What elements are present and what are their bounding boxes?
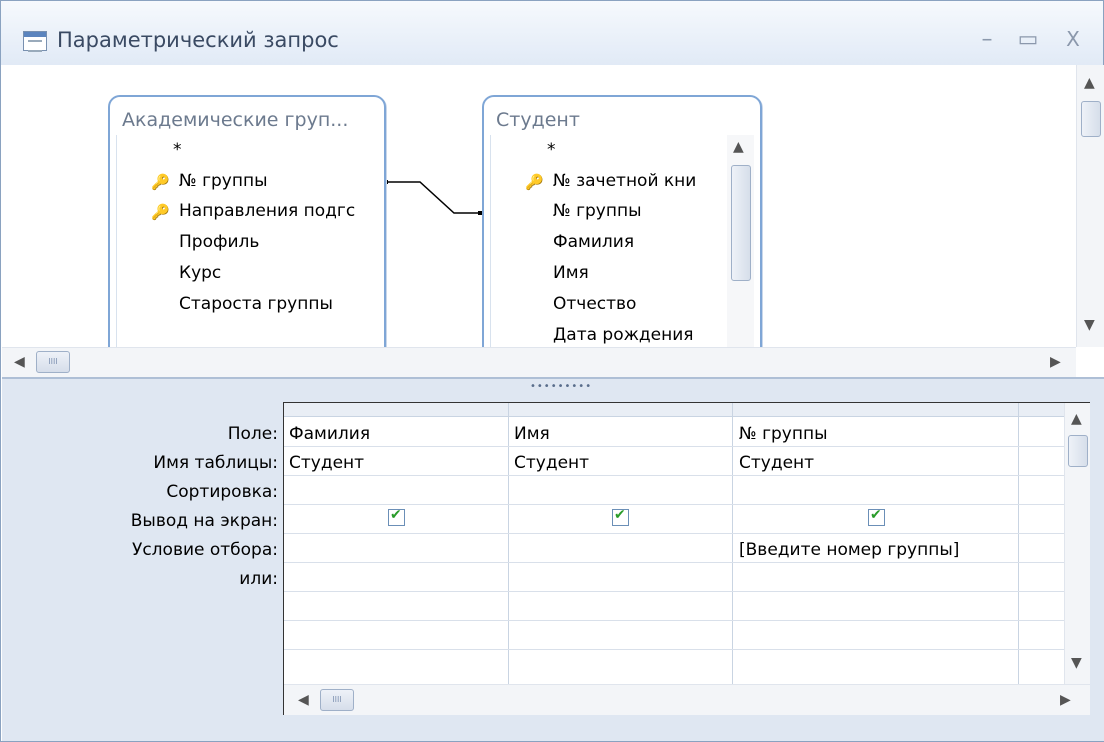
show-checkbox[interactable]: ✔: [612, 507, 629, 526]
grid-horizontal-scrollbar[interactable]: ◀ IIII ▶: [284, 684, 1090, 715]
query-design-grid: Фамилия Студент ✔ Имя Студент ✔ № группы…: [283, 402, 1090, 715]
row-divider: [284, 591, 1065, 592]
field-list: * 🔑 № группы 🔑 Направления подгс Профиль…: [116, 135, 378, 347]
row-divider: [284, 446, 1065, 447]
close-button[interactable]: X: [1059, 27, 1087, 51]
field-list: * 🔑 № зачетной кни № группы Фамилия Имя …: [490, 135, 754, 347]
row-divider: [284, 649, 1065, 650]
primary-key-icon: 🔑: [151, 203, 170, 221]
row-label-table: Имя таблицы:: [153, 453, 278, 473]
scroll-left-arrow[interactable]: ◀: [298, 692, 309, 708]
row-divider: [284, 620, 1065, 621]
table-academic-groups[interactable]: Академические груп... * 🔑 № группы 🔑 Нап…: [108, 95, 386, 349]
cell-table[interactable]: Студент: [289, 453, 364, 473]
row-divider: [284, 533, 1065, 534]
cell-table[interactable]: Студент: [739, 453, 814, 473]
table-title[interactable]: Академические груп...: [122, 109, 348, 131]
scroll-thumb[interactable]: [731, 165, 751, 281]
title-bar: Параметрический запрос – ▭ X: [1, 1, 1103, 65]
primary-key-icon: 🔑: [525, 173, 544, 191]
show-checkbox[interactable]: ✔: [388, 507, 405, 526]
field-group-no[interactable]: № группы: [179, 171, 268, 191]
row-label-field: Поле:: [227, 424, 278, 444]
show-checkbox[interactable]: ✔: [868, 507, 885, 526]
cell-table[interactable]: Студент: [514, 453, 589, 473]
field-group-no[interactable]: № группы: [553, 201, 642, 221]
scroll-up-arrow[interactable]: ▲: [1084, 75, 1095, 91]
cell-field[interactable]: Имя: [514, 424, 550, 444]
query-window-icon: [23, 31, 47, 52]
field-list-scrollbar[interactable]: ▲: [727, 135, 754, 347]
column-selector-bar[interactable]: [284, 403, 1089, 417]
scroll-up-arrow[interactable]: ▲: [733, 139, 744, 155]
field-patronymic[interactable]: Отчество: [553, 294, 636, 314]
minimize-button[interactable]: –: [973, 27, 1001, 52]
row-label-sort: Сортировка:: [166, 482, 278, 502]
query-window: Параметрический запрос – ▭ X Академическ…: [0, 0, 1104, 742]
design-horizontal-scrollbar[interactable]: ◀ IIII ▶: [2, 347, 1076, 377]
check-icon: ✔: [614, 507, 626, 523]
scroll-left-arrow[interactable]: ◀: [14, 354, 25, 370]
scroll-thumb[interactable]: IIII: [320, 689, 354, 711]
field-name[interactable]: Имя: [553, 263, 589, 283]
field-record-book-no[interactable]: № зачетной кни: [553, 171, 719, 191]
row-divider: [284, 562, 1065, 563]
maximize-button[interactable]: ▭: [1014, 27, 1042, 52]
table-title[interactable]: Студент: [496, 109, 580, 131]
table-design-area: Академические груп... * 🔑 № группы 🔑 Нап…: [2, 65, 1104, 381]
cell-criteria[interactable]: [Введите номер группы]: [739, 540, 959, 560]
field-group-head[interactable]: Староста группы: [179, 294, 333, 314]
design-vertical-scrollbar[interactable]: ▲ ▼: [1076, 65, 1104, 347]
scroll-thumb[interactable]: [1068, 435, 1088, 467]
field-all[interactable]: *: [173, 140, 182, 160]
row-divider: [284, 475, 1065, 476]
row-label-show: Вывод на экран:: [130, 511, 278, 531]
primary-key-icon: 🔑: [151, 173, 170, 191]
row-divider: [284, 504, 1065, 505]
table-student[interactable]: Студент * 🔑 № зачетной кни № группы Фами…: [482, 95, 762, 349]
scroll-thumb[interactable]: IIII: [36, 351, 70, 373]
field-direction[interactable]: Направления подгс: [179, 201, 379, 221]
scroll-up-arrow[interactable]: ▲: [1071, 411, 1082, 427]
field-all[interactable]: *: [547, 140, 556, 160]
scroll-down-arrow[interactable]: ▼: [1084, 317, 1095, 333]
scroll-right-arrow[interactable]: ▶: [1050, 354, 1061, 370]
scroll-right-arrow[interactable]: ▶: [1060, 692, 1071, 708]
field-surname[interactable]: Фамилия: [553, 232, 634, 252]
scroll-down-arrow[interactable]: ▼: [1071, 655, 1082, 671]
field-profile[interactable]: Профиль: [179, 232, 259, 252]
row-label-criteria: Условие отбора:: [131, 540, 278, 560]
scroll-thumb[interactable]: [1081, 101, 1101, 137]
query-grid-area: Поле: Имя таблицы: Сортировка: Вывод на …: [2, 395, 1104, 741]
grid-vertical-scrollbar[interactable]: ▲ ▼: [1064, 403, 1090, 684]
splitter-grip[interactable]: •••••••••: [530, 381, 592, 392]
cell-field[interactable]: № группы: [739, 424, 828, 444]
row-label-or: или:: [239, 569, 278, 589]
pane-splitter[interactable]: •••••••••: [2, 377, 1104, 395]
check-icon: ✔: [870, 507, 882, 523]
field-birth-date[interactable]: Дата рождения: [553, 325, 694, 345]
cell-field[interactable]: Фамилия: [289, 424, 370, 444]
field-course[interactable]: Курс: [179, 263, 221, 283]
check-icon: ✔: [390, 507, 402, 523]
window-title: Параметрический запрос: [57, 28, 339, 52]
